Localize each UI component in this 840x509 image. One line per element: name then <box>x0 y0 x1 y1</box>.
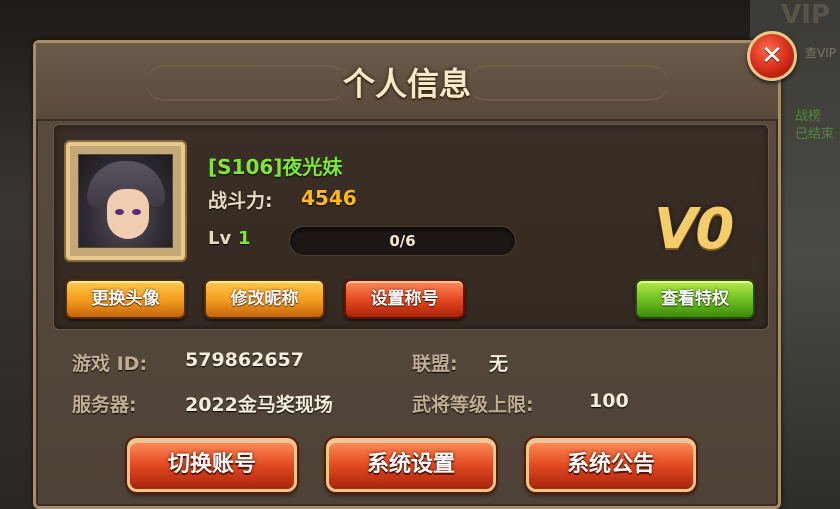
general-level-cap-label: 武将等级上限: <box>412 394 534 416</box>
avatar <box>78 154 173 248</box>
set-title-button[interactable]: 设置称号 <box>344 279 465 319</box>
avatar-frame[interactable] <box>66 142 185 260</box>
vip-level: V0 <box>654 197 734 262</box>
power-label: 战斗力: <box>208 190 273 212</box>
game-id-value: 579862657 <box>185 349 304 371</box>
dialog-title: 个人信息 <box>342 65 471 103</box>
background-rank-line2: 已结束 <box>794 127 834 142</box>
level-label: Lv <box>208 228 232 249</box>
server-label: 服务器: <box>72 394 137 416</box>
close-icon: ✕ <box>761 41 783 71</box>
view-privileges-button[interactable]: 查看特权 <box>635 279 755 319</box>
change-nickname-button[interactable]: 修改昵称 <box>204 279 325 319</box>
exp-progress-bar: 0/6 <box>289 226 516 256</box>
system-notice-button[interactable]: 系统公告 <box>526 438 696 492</box>
exp-progress-text: 0/6 <box>389 232 416 250</box>
general-level-cap-value: 100 <box>589 390 629 412</box>
avatar-eye-left <box>115 209 124 215</box>
alliance-value: 无 <box>489 353 509 375</box>
avatar-eye-right <box>132 209 141 215</box>
switch-account-button[interactable]: 切换账号 <box>127 438 297 492</box>
game-id-label: 游戏 ID: <box>72 353 148 375</box>
avatar-face <box>107 189 149 239</box>
server-value: 2022金马奖现场 <box>185 394 333 416</box>
background-rank-line1: 战榜 <box>794 109 821 124</box>
level-value: 1 <box>238 228 251 249</box>
background-vip-subtext: 查VIP <box>805 46 836 60</box>
background-vip-text: VIP <box>781 0 830 30</box>
system-settings-button[interactable]: 系统设置 <box>326 438 496 492</box>
alliance-label: 联盟: <box>412 353 458 375</box>
change-avatar-button[interactable]: 更换头像 <box>65 279 186 319</box>
background-rank-text: 战榜 已结束 <box>795 108 834 144</box>
dialog-title-bar: 个人信息 <box>36 43 778 121</box>
power-value: 4546 <box>301 186 357 210</box>
player-name: [S106]夜光妹 <box>208 155 343 179</box>
close-button[interactable]: ✕ <box>747 31 797 81</box>
